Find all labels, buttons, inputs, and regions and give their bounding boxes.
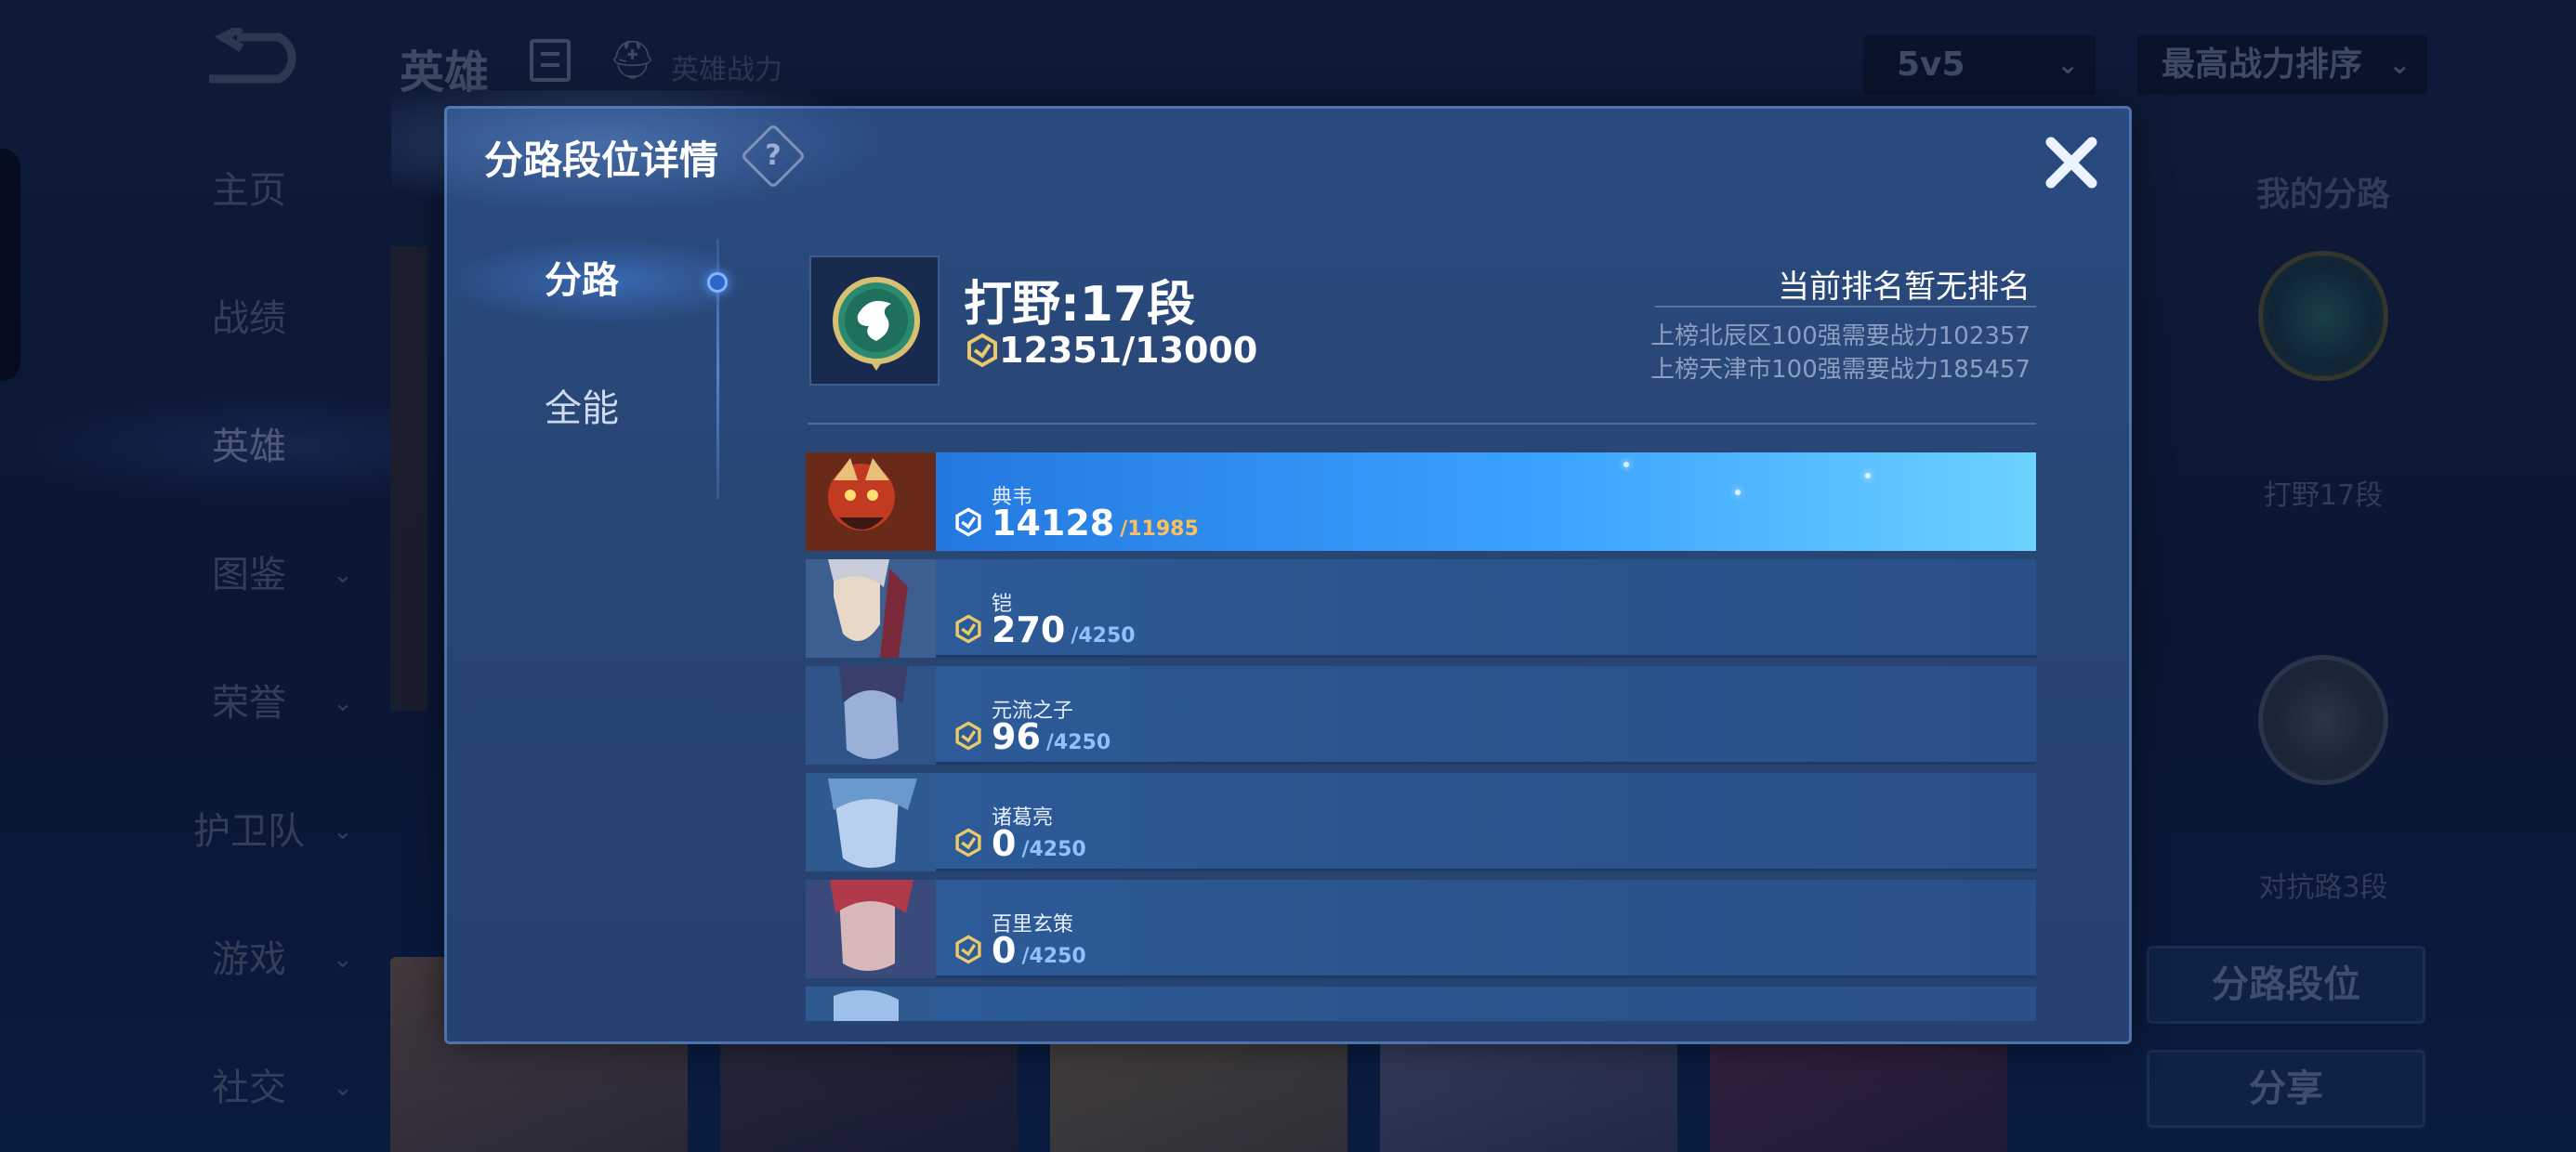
power-icon (955, 507, 981, 537)
hero-row-partial[interactable] (806, 987, 2036, 1021)
power-icon (955, 828, 981, 857)
rank-requirement: 上榜天津市100强需要战力185457 (1650, 356, 2031, 384)
dialog-tabs: 分路 全能 (447, 239, 728, 610)
rank-requirement: 上榜北辰区100强需要战力102357 (1650, 322, 2031, 350)
hero-row[interactable]: 诸葛亮 0/4250 (806, 773, 2036, 871)
tab-allround[interactable]: 全能 (447, 367, 716, 451)
hero-score: 0/4250 (992, 823, 1086, 864)
lane-rank-dialog: 分路段位详情 ? 分路 全能 打野:17段 12351/13000 当前排名暂无… (391, 90, 2132, 1044)
close-icon[interactable] (2034, 125, 2109, 200)
hero-score: 0/4250 (992, 930, 1086, 971)
hero-row[interactable]: 百里玄策 0/4250 (806, 880, 2036, 978)
dialog-title: 分路段位详情 (484, 137, 719, 183)
hero-portrait (806, 452, 936, 551)
hero-row[interactable]: 典韦 14128/11985 (806, 452, 2036, 551)
rank-status: 当前排名暂无排名 (1778, 268, 2031, 306)
score-value: 270 (992, 609, 1066, 650)
power-icon (955, 935, 981, 964)
hero-portrait (806, 559, 936, 658)
lane-rank-title: 打野:17段 (964, 277, 1196, 333)
help-icon[interactable]: ? (740, 123, 807, 190)
tab-lane[interactable]: 分路 (447, 239, 716, 322)
score-value: 0 (992, 823, 1017, 864)
hero-row[interactable]: 铠 270/4250 (806, 559, 2036, 658)
score-value: 0 (992, 930, 1017, 971)
tab-active-indicator (707, 272, 728, 293)
hero-score: 14128/11985 (992, 503, 1199, 543)
lane-score: 12351/13000 (999, 330, 1258, 371)
hero-score: 96/4250 (992, 716, 1111, 757)
score-max: /4250 (1021, 838, 1086, 861)
power-icon (955, 614, 981, 644)
hero-portrait (806, 666, 936, 765)
score-max: /11985 (1120, 517, 1199, 541)
jungle-rank-icon (809, 255, 940, 386)
hero-portrait (806, 773, 936, 871)
hero-list[interactable]: 典韦 14128/11985 铠 270/4250 元流之子 96 /4250 … (806, 452, 2036, 1021)
score-max: /4250 (1045, 731, 1111, 754)
score-max: /4250 (1071, 624, 1136, 648)
score-max: /4250 (1021, 945, 1086, 968)
hero-portrait (806, 880, 936, 978)
hero-row[interactable]: 元流之子 96/4250 (806, 666, 2036, 765)
score-value: 14128 (992, 503, 1115, 543)
divider (1655, 306, 2036, 308)
hero-score: 270/4250 (992, 609, 1136, 650)
power-icon (967, 333, 997, 368)
hero-portrait (806, 987, 936, 1021)
divider (808, 423, 2036, 425)
score-value: 96 (992, 716, 1041, 757)
power-icon (955, 721, 981, 751)
